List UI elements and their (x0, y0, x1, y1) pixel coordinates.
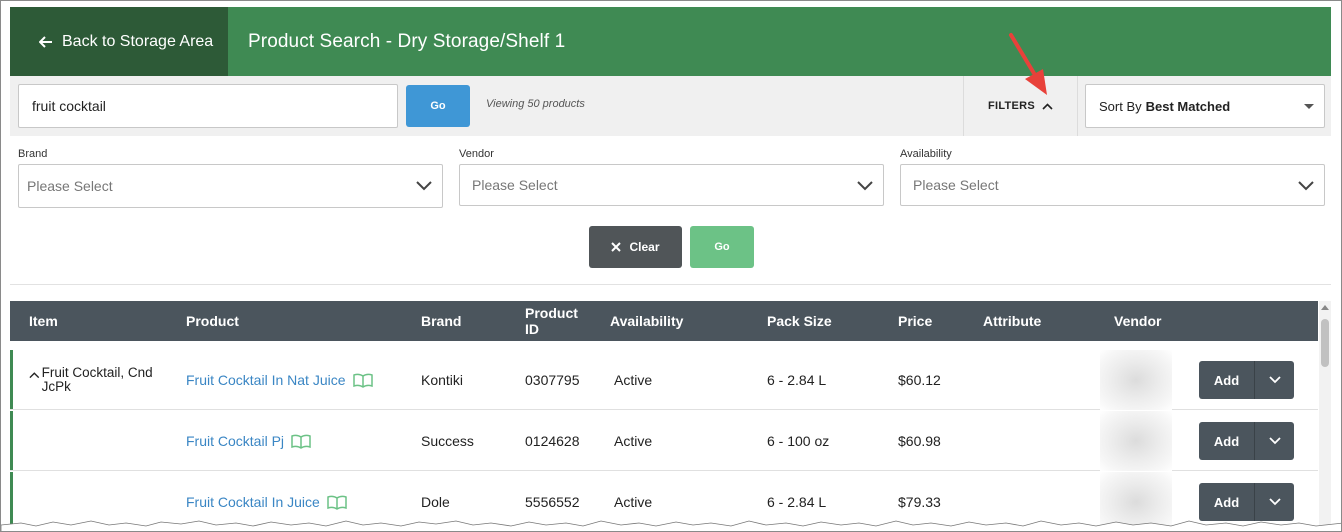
caret-down-icon (1304, 104, 1314, 109)
clear-label: Clear (629, 240, 660, 254)
product-link[interactable]: Fruit Cocktail Pj (186, 433, 284, 449)
app-window: Back to Storage Area Product Search - Dr… (0, 0, 1342, 532)
filters-label: FILTERS (987, 100, 1036, 112)
brand-select-placeholder: Please Select (27, 178, 113, 194)
torn-edge-decoration (1, 520, 1341, 531)
add-button-group: Add (1199, 361, 1294, 399)
product-id-cell: 0307795 (525, 372, 580, 388)
close-icon (611, 242, 622, 252)
book-icon[interactable] (352, 373, 373, 388)
scroll-up-arrow-icon[interactable] (1321, 305, 1329, 310)
chevron-up-icon[interactable] (29, 371, 40, 379)
product-id-cell: 0124628 (525, 433, 580, 449)
chevron-down-icon (857, 181, 873, 191)
brand-filter: Brand Please Select (18, 148, 443, 208)
vendor-filter: Vendor Please Select (459, 148, 884, 206)
product-link[interactable]: Fruit Cocktail In Nat Juice (186, 372, 346, 388)
vendor-select[interactable]: Please Select (459, 164, 884, 206)
item-name: Fruit Cocktail, Cnd JcPk (41, 365, 153, 394)
chevron-down-icon (1268, 498, 1281, 506)
sort-select[interactable]: Sort By Best Matched (1085, 84, 1325, 128)
vendor-blurred-image (1100, 411, 1172, 471)
pack-size-cell: 6 - 2.84 L (767, 372, 827, 388)
book-icon[interactable] (291, 434, 311, 449)
table-row[interactable]: Fruit Cocktail Pj Success 0124628 Active… (10, 411, 1318, 471)
column-header-brand: Brand (421, 313, 462, 329)
sort-prefix: Sort By (1099, 98, 1142, 114)
column-header-vendor: Vendor (1114, 313, 1162, 329)
column-header-item: Item (29, 313, 58, 329)
availability-select[interactable]: Please Select (900, 164, 1325, 206)
column-header-attribute: Attribute (983, 313, 1042, 329)
brand-filter-label: Brand (18, 148, 48, 160)
availability-filter: Availability Please Select (900, 148, 1325, 206)
result-count-text: Viewing 50 products (486, 98, 585, 110)
column-header-availability: Availability (610, 313, 684, 329)
availability-select-placeholder: Please Select (913, 177, 999, 193)
row-group-accent (10, 350, 13, 409)
arrow-left-icon (39, 35, 52, 48)
red-arrow-annotation-icon (1009, 33, 1047, 95)
chevron-down-icon (1268, 437, 1281, 445)
clear-filters-button[interactable]: Clear (589, 226, 682, 268)
search-bar: Go Viewing 50 products FILTERS Sort By B… (10, 76, 1331, 136)
availability-cell: Active (614, 433, 653, 449)
pack-size-cell: 6 - 100 oz (767, 433, 830, 449)
availability-filter-label: Availability (900, 148, 952, 160)
apply-filters-go-button[interactable]: Go (690, 226, 754, 268)
product-cell: Fruit Cocktail Pj (186, 411, 311, 471)
divider (10, 284, 1331, 285)
add-dropdown-button[interactable] (1255, 361, 1294, 399)
scrollbar-thumb[interactable] (1321, 319, 1329, 367)
vendor-select-placeholder: Please Select (472, 177, 558, 193)
price-cell: $60.12 (898, 372, 941, 388)
vendor-blurred-image (1100, 350, 1172, 410)
price-cell: $60.98 (898, 433, 941, 449)
search-input[interactable] (18, 84, 398, 128)
column-header-product: Product (186, 313, 239, 329)
add-button-group: Add (1199, 422, 1294, 460)
add-button[interactable]: Add (1199, 361, 1255, 399)
availability-cell: Active (614, 372, 653, 388)
item-cell: Fruit Cocktail, Cnd JcPk (29, 350, 169, 410)
book-icon[interactable] (327, 495, 347, 510)
back-to-storage-button[interactable]: Back to Storage Area (10, 7, 228, 76)
table-row[interactable]: Fruit Cocktail, Cnd JcPk Fruit Cocktail … (10, 350, 1318, 410)
sort-value: Best Matched (1145, 98, 1231, 114)
column-header-price: Price (898, 313, 933, 329)
back-button-label: Back to Storage Area (62, 32, 214, 50)
brand-cell: Kontiki (421, 372, 464, 388)
column-header-pack-size: Pack Size (767, 313, 832, 329)
product-cell: Fruit Cocktail In Nat Juice (186, 350, 373, 410)
product-link[interactable]: Fruit Cocktail In Juice (186, 494, 320, 510)
chevron-down-icon (1268, 376, 1281, 384)
column-header-product-id: Product ID (525, 305, 578, 337)
chevron-up-icon (1042, 102, 1053, 110)
table-scrollbar[interactable] (1319, 301, 1331, 531)
row-group-accent (10, 411, 13, 470)
page-header: Back to Storage Area Product Search - Dr… (10, 7, 1331, 76)
search-go-button[interactable]: Go (406, 85, 470, 127)
vendor-filter-label: Vendor (459, 148, 494, 160)
chevron-down-icon (416, 181, 432, 191)
brand-select[interactable]: Please Select (18, 164, 443, 208)
chevron-down-icon (1298, 181, 1314, 191)
add-button[interactable]: Add (1199, 422, 1255, 460)
add-dropdown-button[interactable] (1255, 422, 1294, 460)
page-title: Product Search - Dry Storage/Shelf 1 (248, 30, 566, 52)
brand-cell: Success (421, 433, 474, 449)
table-header: Item Product Brand Product ID Availabili… (10, 301, 1318, 341)
